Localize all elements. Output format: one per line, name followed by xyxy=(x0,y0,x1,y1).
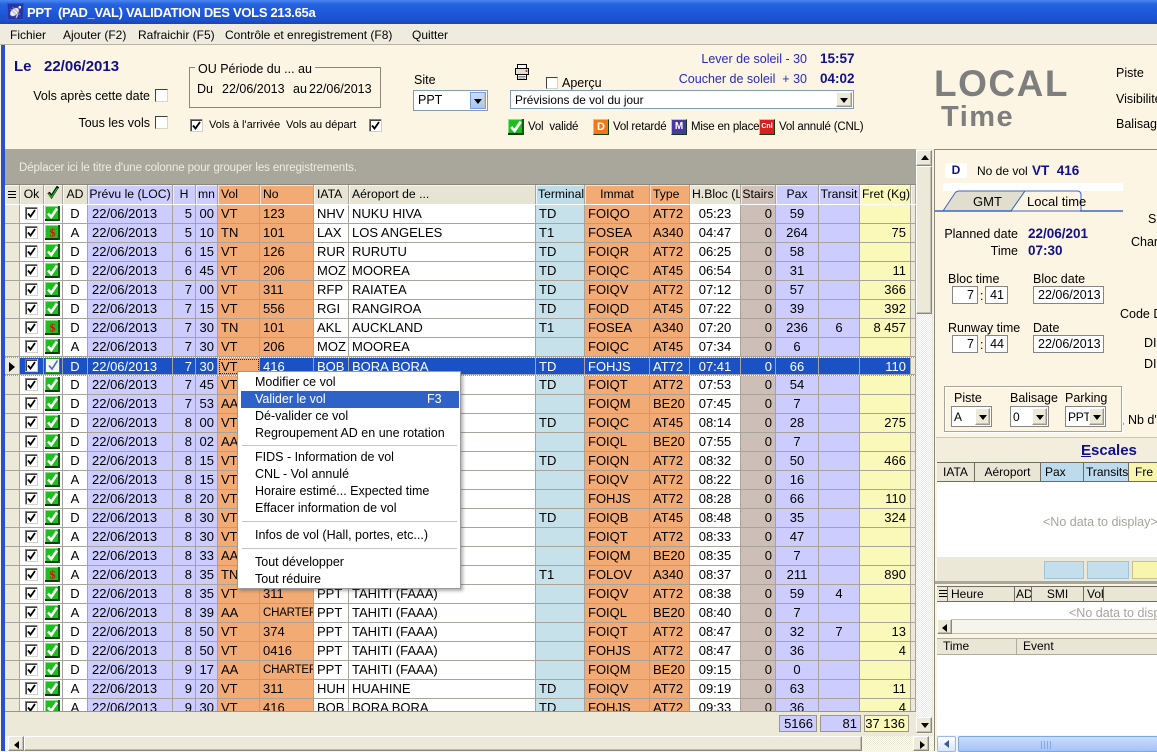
svg-text:$: $ xyxy=(50,567,56,581)
svg-text:Local time: Local time xyxy=(1027,194,1086,209)
svg-text:GMT: GMT xyxy=(973,194,1002,209)
svg-text:$: $ xyxy=(50,320,56,334)
svg-text:$: $ xyxy=(50,225,56,239)
